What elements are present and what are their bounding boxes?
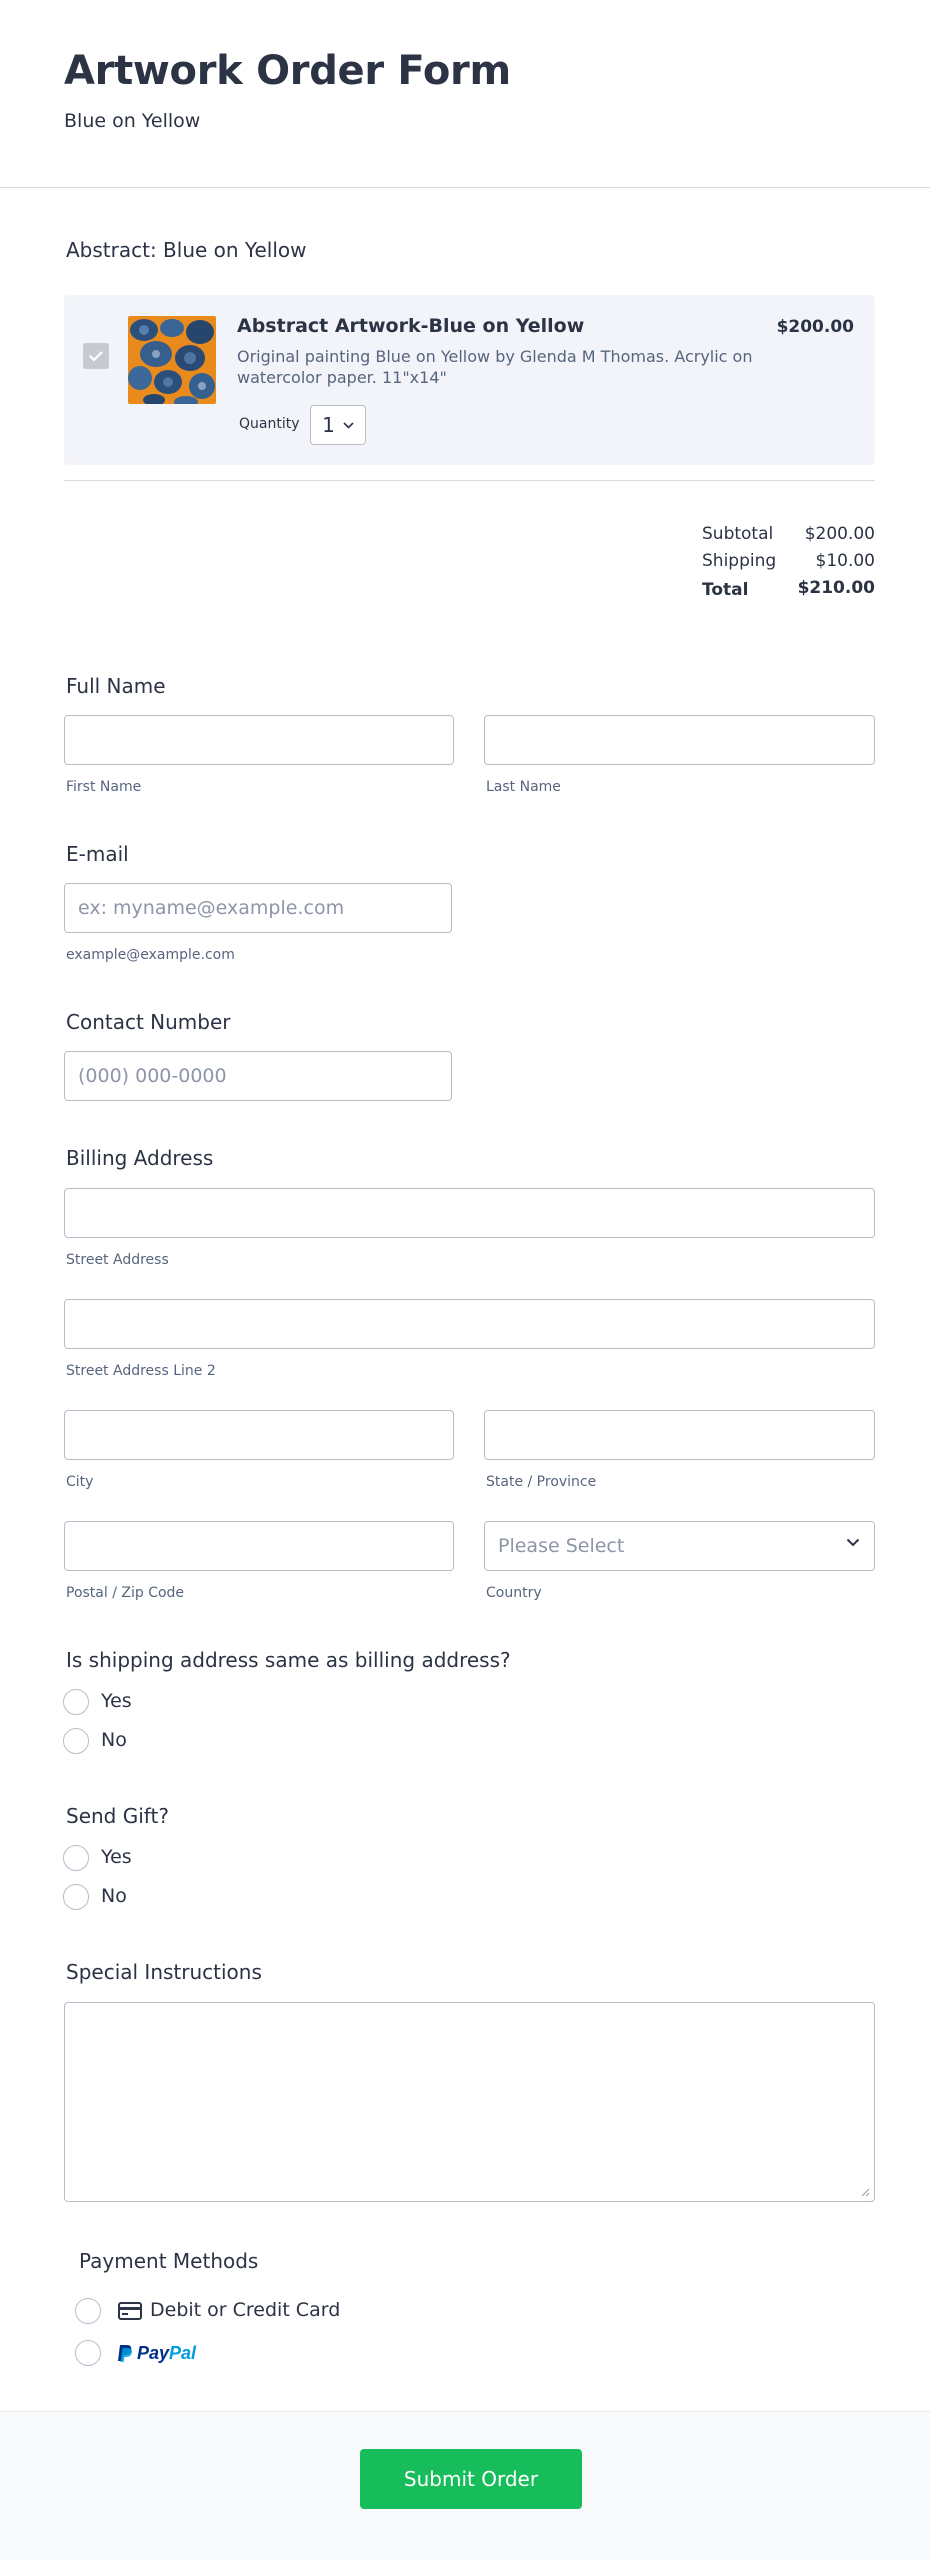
product-name: Abstract Artwork-Blue on Yellow — [237, 315, 585, 337]
last-name-sublabel: Last Name — [486, 779, 561, 795]
paypal-logo[interactable]: PayPal — [117, 2343, 196, 2364]
subtotal-label: Subtotal — [702, 524, 774, 544]
form-title: Artwork Order Form — [64, 48, 511, 94]
chevron-down-icon — [343, 421, 354, 429]
country-placeholder: Please Select — [498, 1535, 625, 1557]
first-name-sublabel: First Name — [66, 779, 142, 795]
chevron-down-icon — [846, 1538, 860, 1547]
billing-address-label: Billing Address — [66, 1146, 214, 1170]
last-name-input[interactable] — [484, 715, 875, 765]
state-province-input[interactable] — [484, 1410, 875, 1460]
contact-number-label: Contact Number — [66, 1010, 231, 1034]
quantity-label: Quantity — [239, 416, 300, 432]
product-description: Original painting Blue on Yellow by Glen… — [237, 347, 753, 387]
shipping-same-no-label[interactable]: No — [101, 1729, 127, 1751]
paypal-icon — [118, 2345, 133, 2362]
state-province-sublabel: State / Province — [486, 1474, 597, 1490]
street-address-line2-sublabel: Street Address Line 2 — [66, 1363, 216, 1379]
email-field[interactable]: ex: myname@example.com — [64, 883, 452, 933]
form-subtitle: Blue on Yellow — [64, 110, 201, 132]
product-section-heading: Abstract: Blue on Yellow — [66, 238, 307, 262]
credit-card-icon — [118, 2302, 142, 2320]
product-image — [128, 316, 216, 404]
product-price: $200.00 — [776, 317, 854, 337]
total-label: Total — [702, 580, 749, 600]
quantity-value: 1 — [322, 413, 335, 437]
postal-code-sublabel: Postal / Zip Code — [66, 1585, 185, 1601]
street-address-sublabel: Street Address — [66, 1252, 169, 1268]
street-address-input[interactable] — [64, 1188, 875, 1238]
send-gift-no-label[interactable]: No — [101, 1885, 127, 1907]
country-sublabel: Country — [486, 1585, 542, 1601]
card-payment-radio[interactable] — [75, 2298, 101, 2324]
send-gift-yes-label[interactable]: Yes — [101, 1846, 132, 1868]
resize-grip-icon[interactable] — [860, 2187, 870, 2197]
paypal-wordmark: PayPal — [137, 2343, 197, 2363]
product-card[interactable]: Abstract Artwork-Blue on Yellow $200.00 … — [64, 295, 875, 465]
shipping-same-yes-label[interactable]: Yes — [101, 1690, 132, 1712]
postal-code-input[interactable] — [64, 1521, 454, 1571]
shipping-same-no-radio[interactable] — [63, 1728, 89, 1754]
header-divider — [0, 187, 930, 188]
shipping-same-yes-radio[interactable] — [63, 1689, 89, 1715]
city-sublabel: City — [66, 1474, 94, 1490]
first-name-input[interactable] — [64, 715, 454, 765]
full-name-label: Full Name — [66, 674, 166, 698]
quantity-select[interactable]: 1 — [310, 405, 366, 445]
city-input[interactable] — [64, 1410, 454, 1460]
product-divider — [64, 480, 875, 481]
send-gift-yes-radio[interactable] — [63, 1845, 89, 1871]
street-address-line2-input[interactable] — [64, 1299, 875, 1349]
shipping-value: $10.00 — [815, 551, 875, 571]
country-select[interactable]: Please Select — [484, 1521, 875, 1571]
contact-number-field[interactable]: (000) 000-0000 — [64, 1051, 452, 1101]
shipping-same-question: Is shipping address same as billing addr… — [66, 1648, 511, 1672]
email-placeholder: ex: myname@example.com — [78, 897, 345, 919]
special-instructions-textarea[interactable] — [64, 2002, 875, 2202]
send-gift-question: Send Gift? — [66, 1804, 169, 1828]
checkmark-icon — [89, 350, 103, 361]
subtotal-value: $200.00 — [804, 524, 875, 544]
special-instructions-label: Special Instructions — [66, 1960, 262, 1984]
total-value: $210.00 — [797, 578, 875, 598]
submit-order-button[interactable]: Submit Order — [360, 2449, 582, 2509]
email-label: E-mail — [66, 842, 129, 866]
payment-methods-label: Payment Methods — [79, 2249, 259, 2273]
product-checkbox[interactable] — [83, 343, 109, 369]
card-payment-label[interactable]: Debit or Credit Card — [150, 2299, 340, 2321]
contact-placeholder: (000) 000-0000 — [78, 1065, 227, 1087]
paypal-radio[interactable] — [75, 2340, 101, 2366]
send-gift-no-radio[interactable] — [63, 1884, 89, 1910]
shipping-label: Shipping — [702, 551, 777, 571]
email-sublabel: example@example.com — [66, 947, 235, 963]
